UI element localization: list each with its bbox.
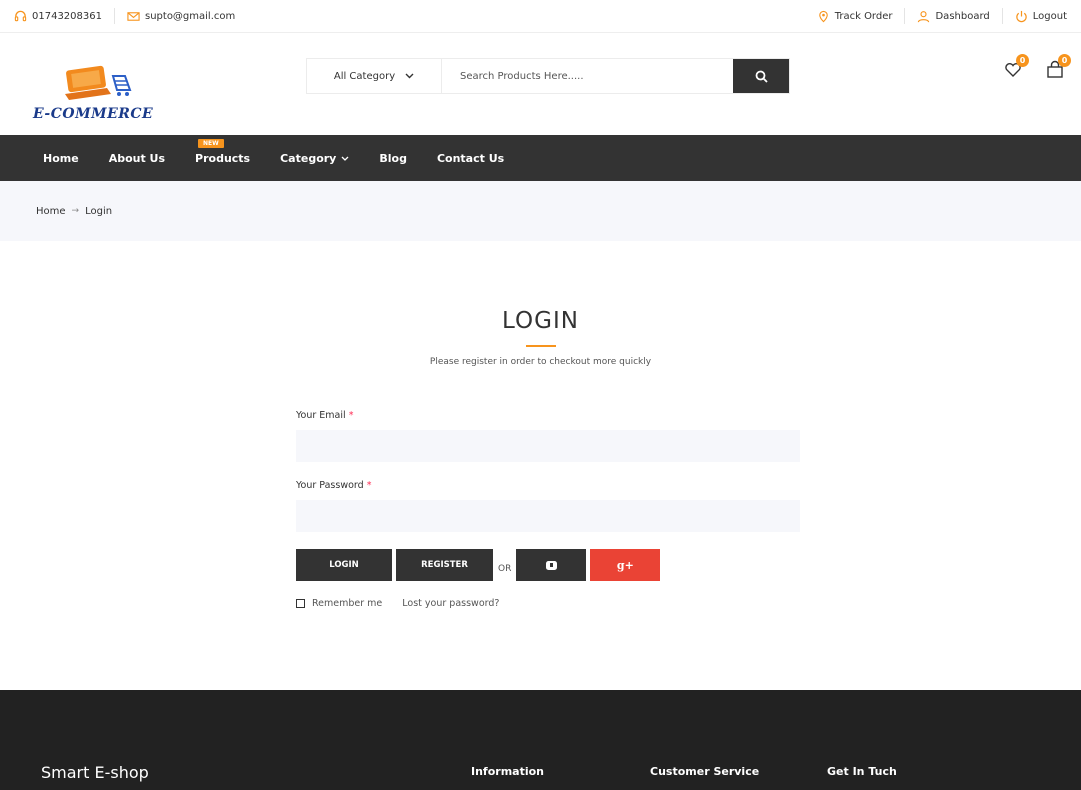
dashboard-label: Dashboard bbox=[935, 10, 990, 22]
password-label-text: Your Password bbox=[296, 480, 364, 491]
login-button[interactable]: LOGIN bbox=[296, 549, 392, 581]
google-plus-login-button[interactable]: g+ bbox=[590, 549, 661, 581]
cart-button[interactable]: 0 bbox=[1045, 54, 1071, 80]
register-button[interactable]: REGISTER bbox=[396, 549, 493, 581]
password-field-label: Your Password * bbox=[296, 480, 371, 491]
lost-password-link[interactable]: Lost your password? bbox=[402, 598, 499, 609]
facebook-icon bbox=[545, 560, 557, 570]
nav-item-category[interactable]: Category bbox=[280, 152, 349, 165]
track-order-link[interactable]: Track Order bbox=[817, 10, 893, 23]
remember-me-checkbox[interactable] bbox=[296, 599, 305, 608]
required-mark: * bbox=[348, 410, 354, 421]
dashboard-link[interactable]: Dashboard bbox=[917, 10, 990, 23]
required-mark: * bbox=[366, 480, 372, 491]
footer: Smart E-shop Information Customer Servic… bbox=[0, 690, 1081, 790]
phone-number: 01743208361 bbox=[32, 10, 102, 22]
breadcrumb: Home → Login bbox=[0, 181, 1081, 241]
category-select[interactable]: All Category bbox=[307, 59, 442, 93]
user-icon bbox=[918, 10, 930, 22]
main-navigation: Home About Us NEW Products Category Blog… bbox=[0, 135, 1081, 181]
search-bar: All Category bbox=[306, 58, 790, 94]
page-title: LOGIN bbox=[502, 308, 579, 334]
nav-item-label: Blog bbox=[379, 151, 407, 165]
cart-count-badge: 0 bbox=[1058, 54, 1071, 67]
nav-item-label: Products bbox=[195, 151, 251, 165]
map-pin-icon bbox=[818, 10, 828, 22]
footer-heading-get-in-touch: Get In Tuch bbox=[827, 765, 897, 778]
search-input[interactable] bbox=[442, 59, 733, 93]
logout-link[interactable]: Logout bbox=[1015, 10, 1067, 23]
or-separator: OR bbox=[498, 564, 512, 574]
footer-heading-customer-service: Customer Service bbox=[650, 765, 760, 778]
title-underline bbox=[526, 345, 556, 347]
nav-item-label: Home bbox=[43, 151, 79, 165]
login-actions: LOGIN REGISTER OR g+ bbox=[296, 549, 661, 581]
search-button[interactable] bbox=[733, 59, 789, 93]
new-badge: NEW bbox=[198, 138, 224, 148]
nav-item-contact-us[interactable]: Contact Us bbox=[437, 152, 504, 165]
divider bbox=[904, 8, 906, 24]
laptop-cart-logo-icon bbox=[65, 65, 132, 100]
search-icon bbox=[755, 70, 768, 83]
password-field[interactable] bbox=[296, 500, 800, 532]
nav-item-about-us[interactable]: About Us bbox=[109, 152, 165, 165]
account-links: Track Order Dashboard Logout bbox=[817, 8, 1067, 24]
header: E-COMMERCE All Category 0 0 bbox=[0, 34, 1081, 135]
arrow-right-icon: → bbox=[71, 206, 80, 216]
nav-item-label: About Us bbox=[108, 151, 166, 165]
logout-label: Logout bbox=[1032, 10, 1067, 22]
nav-item-label: Contact Us bbox=[436, 151, 505, 165]
chevron-down-icon bbox=[341, 156, 349, 161]
top-bar: 01743208361 supto@gmail.com Track Order … bbox=[0, 0, 1081, 33]
footer-heading-information: Information bbox=[471, 765, 544, 778]
google-plus-icon: g+ bbox=[616, 558, 634, 572]
phone-item: 01743208361 bbox=[14, 10, 102, 23]
nav-item-blog[interactable]: Blog bbox=[379, 152, 407, 165]
remember-me-label: Remember me bbox=[312, 598, 383, 609]
chevron-down-icon bbox=[405, 73, 414, 79]
wishlist-button[interactable]: 0 bbox=[1003, 54, 1029, 80]
site-logo[interactable]: E-COMMERCE bbox=[33, 64, 183, 124]
wishlist-count-badge: 0 bbox=[1016, 54, 1029, 67]
track-order-label: Track Order bbox=[834, 10, 893, 22]
nav-item-label: Category bbox=[280, 151, 337, 165]
divider bbox=[1001, 8, 1003, 24]
power-icon bbox=[1016, 10, 1027, 22]
nav-item-home[interactable]: Home bbox=[43, 152, 79, 165]
headset-icon bbox=[14, 10, 27, 21]
remember-row: Remember me Lost your password? bbox=[296, 598, 499, 609]
email-item: supto@gmail.com bbox=[127, 10, 235, 23]
logo-text: E-COMMERCE bbox=[33, 106, 154, 122]
facebook-login-button[interactable] bbox=[516, 549, 587, 581]
divider bbox=[114, 8, 115, 24]
breadcrumb-home-link[interactable]: Home bbox=[36, 206, 66, 217]
email-field[interactable] bbox=[296, 430, 800, 462]
email-field-label: Your Email * bbox=[296, 410, 353, 421]
email-address: supto@gmail.com bbox=[145, 10, 236, 22]
contact-info: 01743208361 supto@gmail.com bbox=[14, 8, 235, 24]
category-select-value: All Category bbox=[333, 70, 396, 82]
email-label-text: Your Email bbox=[296, 410, 346, 421]
page-subtitle: Please register in order to checkout mor… bbox=[429, 357, 652, 367]
nav-item-products[interactable]: NEW Products bbox=[195, 138, 251, 165]
header-icons: 0 0 bbox=[1003, 54, 1071, 80]
breadcrumb-current: Login bbox=[85, 205, 113, 217]
footer-brand: Smart E-shop bbox=[41, 763, 149, 782]
envelope-icon bbox=[127, 11, 140, 21]
